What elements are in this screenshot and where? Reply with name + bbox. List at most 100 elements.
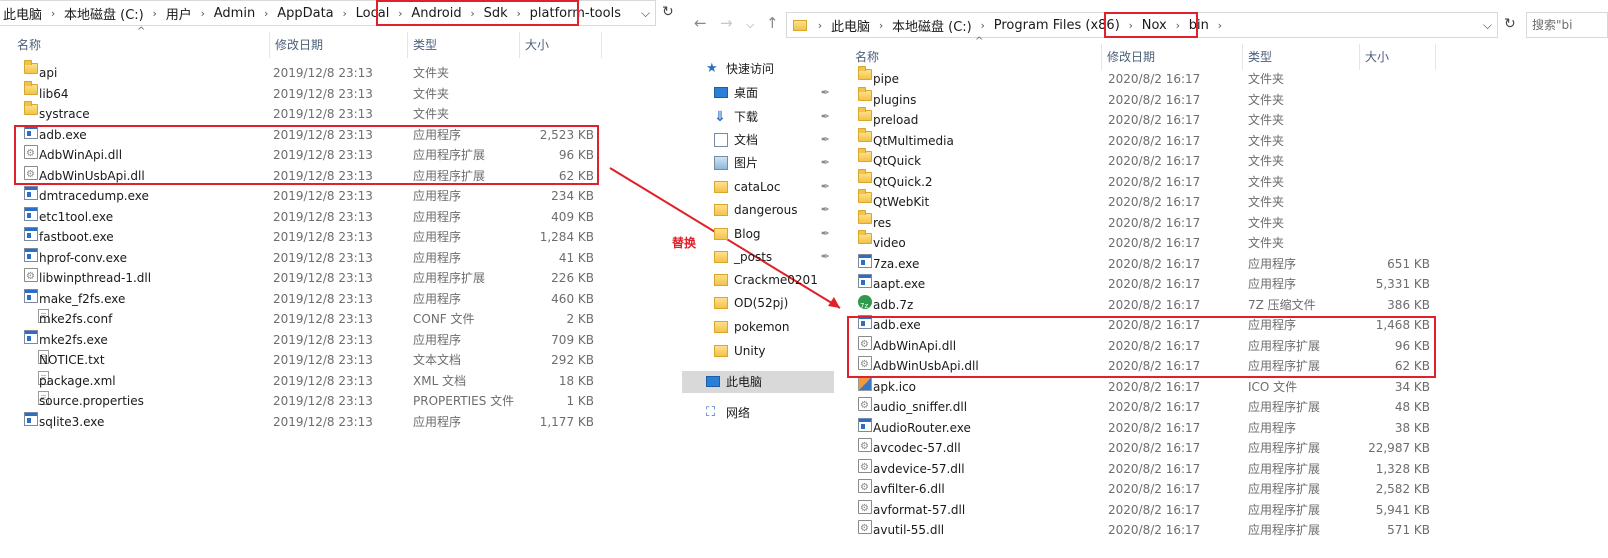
table-row[interactable]: etc1tool.exe 2019/12/8 23:13 应用程序 409 KB xyxy=(16,206,606,228)
breadcrumb-item[interactable]: AppData xyxy=(273,1,337,25)
header-size[interactable]: 大小 xyxy=(520,32,602,58)
pin-icon[interactable]: ✒ xyxy=(821,152,830,174)
breadcrumb-item[interactable]: Android xyxy=(407,1,465,25)
header-name[interactable]: 名称 xyxy=(850,44,1102,70)
header-date[interactable]: 修改日期 xyxy=(270,32,408,58)
file-name[interactable]: api xyxy=(39,63,57,84)
file-name[interactable]: sqlite3.exe xyxy=(39,412,104,433)
table-row[interactable]: plugins 2020/8/2 16:17 文件夹 xyxy=(850,86,1440,111)
file-name[interactable]: preload xyxy=(873,110,918,131)
table-row[interactable]: QtMultimedia 2020/8/2 16:17 文件夹 xyxy=(850,127,1440,152)
file-name[interactable]: avfilter-6.dll xyxy=(873,479,945,500)
file-name[interactable]: libwinpthread-1.dll xyxy=(39,268,151,289)
right-address-bar[interactable]: › 此电脑 › 本地磁盘 (C:) › Program Files (x86) › N… xyxy=(786,12,1498,38)
header-type[interactable]: 类型 xyxy=(1243,44,1360,70)
file-name[interactable]: avcodec-57.dll xyxy=(873,438,961,459)
table-row[interactable]: mke2fs.exe 2019/12/8 23:13 应用程序 709 KB xyxy=(16,329,606,351)
table-row[interactable]: libwinpthread-1.dll 2019/12/8 23:13 应用程序扩展… xyxy=(16,267,606,289)
nav-item[interactable]: ★ 快速访问 xyxy=(700,58,834,80)
file-name[interactable]: AdbWinUsbApi.dll xyxy=(39,166,145,187)
file-name[interactable]: source.properties xyxy=(39,391,144,412)
breadcrumb-item[interactable]: bin xyxy=(1185,13,1213,37)
table-row[interactable]: AdbWinApi.dll 2020/8/2 16:17 应用程序扩展 96 KB xyxy=(850,335,1440,357)
header-date[interactable]: 修改日期 xyxy=(1102,44,1243,70)
header-type[interactable]: 类型 xyxy=(408,32,520,58)
search-input[interactable]: 搜索"bi xyxy=(1526,12,1608,38)
nav-item[interactable]: dangerous ✒ xyxy=(700,199,834,221)
table-row[interactable]: make_f2fs.exe 2019/12/8 23:13 应用程序 460 KB xyxy=(16,288,606,310)
nav-item[interactable]: 此电脑 xyxy=(682,371,834,393)
pin-icon[interactable]: ✒ xyxy=(821,129,830,151)
table-row[interactable]: avformat-57.dll 2020/8/2 16:17 应用程序扩展 5,941… xyxy=(850,499,1440,521)
file-name[interactable]: QtWebKit xyxy=(873,192,929,213)
file-name[interactable]: NOTICE.txt xyxy=(39,350,105,371)
table-row[interactable]: dmtracedump.exe 2019/12/8 23:13 应用程序 234 KB xyxy=(16,186,606,207)
breadcrumb-item[interactable]: Admin xyxy=(210,1,259,25)
table-row[interactable]: AdbWinUsbApi.dll 2020/8/2 16:17 应用程序扩展 62 K… xyxy=(850,355,1440,377)
breadcrumb-item[interactable]: 此电脑 xyxy=(827,13,874,37)
table-row[interactable]: AdbWinApi.dll 2019/12/8 23:13 应用程序扩展 96 KB xyxy=(16,144,606,166)
table-row[interactable]: source.properties 2019/12/8 23:13 PROPERTI… xyxy=(16,391,606,412)
file-name[interactable]: AdbWinApi.dll xyxy=(39,145,122,166)
file-name[interactable]: systrace xyxy=(39,104,90,125)
table-row[interactable]: AdbWinUsbApi.dll 2019/12/8 23:13 应用程序扩展 62 … xyxy=(16,165,606,187)
table-row[interactable]: avfilter-6.dll 2020/8/2 16:17 应用程序扩展 2,582 … xyxy=(850,478,1440,500)
table-row[interactable]: preload 2020/8/2 16:17 文件夹 xyxy=(850,107,1440,131)
table-row[interactable]: 7za.exe 2020/8/2 16:17 应用程序 651 KB xyxy=(850,253,1440,275)
file-name[interactable]: aapt.exe xyxy=(873,274,925,295)
back-icon[interactable]: ← xyxy=(694,14,707,32)
nav-item[interactable]: 桌面 ✒ xyxy=(700,82,834,104)
table-row[interactable]: QtWebKit 2020/8/2 16:17 文件夹 xyxy=(850,189,1440,213)
nav-item[interactable]: _posts ✒ xyxy=(700,246,834,268)
file-name[interactable]: res xyxy=(873,213,891,234)
file-name[interactable]: plugins xyxy=(873,90,916,111)
table-row[interactable]: avcodec-57.dll 2020/8/2 16:17 应用程序扩展 22,987… xyxy=(850,437,1440,459)
nav-item[interactable]: ⛶ 网络 xyxy=(700,402,834,424)
file-name[interactable]: avdevice-57.dll xyxy=(873,459,965,480)
breadcrumb-item[interactable]: Nox xyxy=(1138,13,1171,37)
forward-icon[interactable]: → xyxy=(720,14,733,32)
table-row[interactable]: AudioRouter.exe 2020/8/2 16:17 应用程序 38 KB xyxy=(850,417,1440,439)
file-name[interactable]: QtMultimedia xyxy=(873,131,954,152)
nav-item[interactable]: pokemon xyxy=(700,316,834,338)
nav-item[interactable]: Unity xyxy=(700,340,834,362)
nav-item[interactable]: 文档 ✒ xyxy=(700,129,834,151)
table-row[interactable]: adb.exe 2019/12/8 23:13 应用程序 2,523 KB xyxy=(16,124,606,146)
nav-item[interactable]: 图片 ✒ xyxy=(700,152,834,174)
pin-icon[interactable]: ✒ xyxy=(821,106,830,128)
file-name[interactable]: pipe xyxy=(873,69,899,90)
file-name[interactable]: avformat-57.dll xyxy=(873,500,965,521)
table-row[interactable]: adb.7z 2020/8/2 16:17 7Z 压缩文件 386 KB xyxy=(850,294,1440,316)
table-row[interactable]: fastboot.exe 2019/12/8 23:13 应用程序 1,284 KB xyxy=(16,227,606,248)
breadcrumb-item[interactable]: 用户 xyxy=(162,1,196,25)
file-name[interactable]: AdbWinUsbApi.dll xyxy=(873,356,979,377)
file-name[interactable]: adb.7z xyxy=(873,295,913,316)
file-name[interactable]: mke2fs.conf xyxy=(39,309,112,330)
file-name[interactable]: avutil-55.dll xyxy=(873,520,944,541)
pin-icon[interactable]: ✒ xyxy=(821,223,830,245)
left-address-bar[interactable]: 此电脑 › 本地磁盘 (C:) › 用户 › Admin › AppData › Loca… xyxy=(0,0,656,26)
file-name[interactable]: mke2fs.exe xyxy=(39,330,108,351)
pin-icon[interactable]: ✒ xyxy=(821,246,830,268)
file-name[interactable]: 7za.exe xyxy=(873,254,919,275)
pin-icon[interactable]: ✒ xyxy=(821,176,830,198)
nav-item[interactable]: ⇓ 下载 ✒ xyxy=(700,106,834,128)
table-row[interactable]: NOTICE.txt 2019/12/8 23:13 文本文档 292 KB xyxy=(16,350,606,371)
up-icon[interactable]: ↑ xyxy=(766,14,779,32)
file-name[interactable]: QtQuick xyxy=(873,151,921,172)
file-name[interactable]: make_f2fs.exe xyxy=(39,289,125,310)
breadcrumb-item[interactable]: Program Files (x86) xyxy=(990,13,1124,37)
table-row[interactable]: sqlite3.exe 2019/12/8 23:13 应用程序 1,177 KB xyxy=(16,411,606,433)
nav-item[interactable]: Blog ✒ xyxy=(700,223,834,245)
file-name[interactable]: fastboot.exe xyxy=(39,227,114,248)
table-row[interactable]: avutil-55.dll 2020/8/2 16:17 应用程序扩展 571 KB xyxy=(850,519,1440,541)
file-name[interactable]: dmtracedump.exe xyxy=(39,186,149,207)
table-row[interactable]: QtQuick 2020/8/2 16:17 文件夹 xyxy=(850,148,1440,172)
pin-icon[interactable]: ✒ xyxy=(821,82,830,104)
breadcrumb-item[interactable]: platform-tools xyxy=(526,1,625,25)
table-row[interactable]: audio_sniffer.dll 2020/8/2 16:17 应用程序扩展 48 … xyxy=(850,396,1440,418)
file-name[interactable]: AudioRouter.exe xyxy=(873,418,971,439)
header-size[interactable]: 大小 xyxy=(1360,44,1436,70)
table-row[interactable]: apk.ico 2020/8/2 16:17 ICO 文件 34 KB xyxy=(850,376,1440,398)
nav-item[interactable]: cataLoc ✒ xyxy=(700,176,834,198)
